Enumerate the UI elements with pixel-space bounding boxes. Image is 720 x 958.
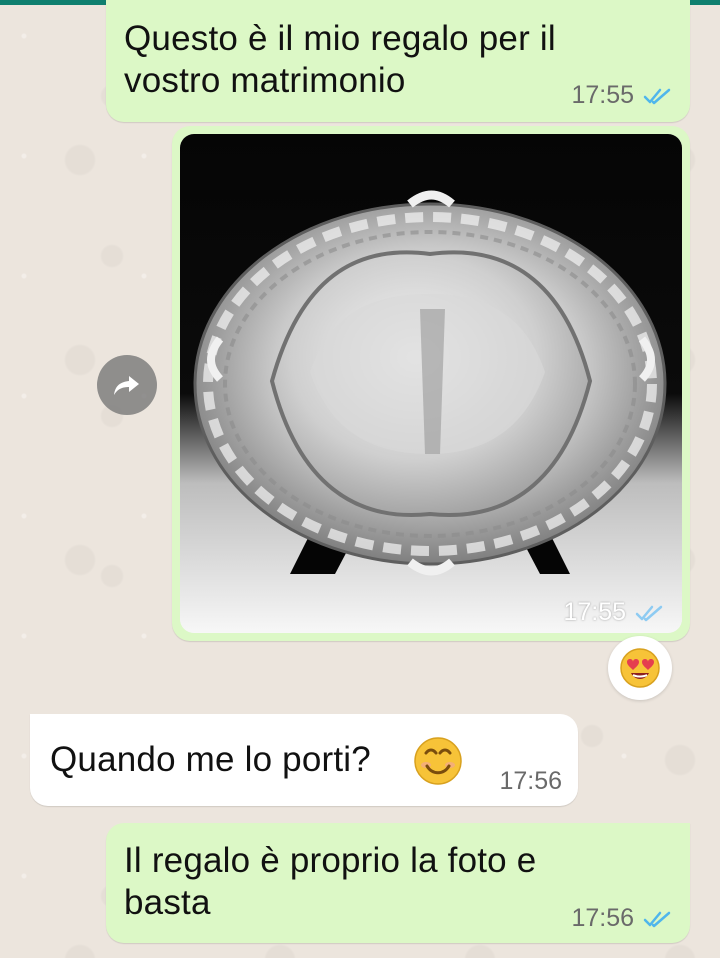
silver-tray-illustration: [180, 134, 682, 633]
smiling-face-emoji: [412, 735, 464, 792]
read-double-check-icon: [642, 909, 672, 929]
message-meta: 17:56: [499, 769, 562, 794]
message-text: Quando me lo porti?: [50, 740, 371, 779]
message-meta: 17:55: [571, 83, 672, 108]
share-arrow-icon[interactable]: [97, 355, 157, 415]
incoming-message-bubble[interactable]: Quando me lo porti? 17:56: [30, 714, 578, 806]
image-message-meta: 17:55: [563, 598, 664, 627]
message-time: 17:55: [563, 598, 626, 626]
message-line: vostro matrimonio: [124, 61, 406, 100]
message-line: Il regalo è proprio la foto e: [124, 841, 537, 880]
outgoing-message-bubble[interactable]: Questo è il mio regalo per il vostro mat…: [106, 0, 690, 122]
message-line: Questo è il mio regalo per il: [124, 19, 556, 58]
message-text: Il regalo è proprio la foto e basta: [124, 840, 536, 924]
message-time: 17:56: [499, 767, 562, 795]
message-time: 17:55: [571, 81, 634, 109]
heart-eyes-emoji-reaction[interactable]: [608, 636, 672, 700]
read-double-check-icon: [642, 86, 672, 106]
heart-eyes-emoji: [620, 648, 660, 688]
outgoing-message-bubble[interactable]: Il regalo è proprio la foto e basta 17:5…: [106, 823, 690, 943]
message-text: Questo è il mio regalo per il vostro mat…: [124, 18, 556, 102]
message-time: 17:56: [571, 904, 634, 932]
message-line: basta: [124, 883, 211, 922]
outgoing-image-message-bubble[interactable]: 17:55: [172, 126, 690, 641]
read-double-check-icon: [634, 603, 664, 623]
silver-tray-photo[interactable]: [180, 134, 682, 633]
message-meta: 17:56: [571, 906, 672, 931]
